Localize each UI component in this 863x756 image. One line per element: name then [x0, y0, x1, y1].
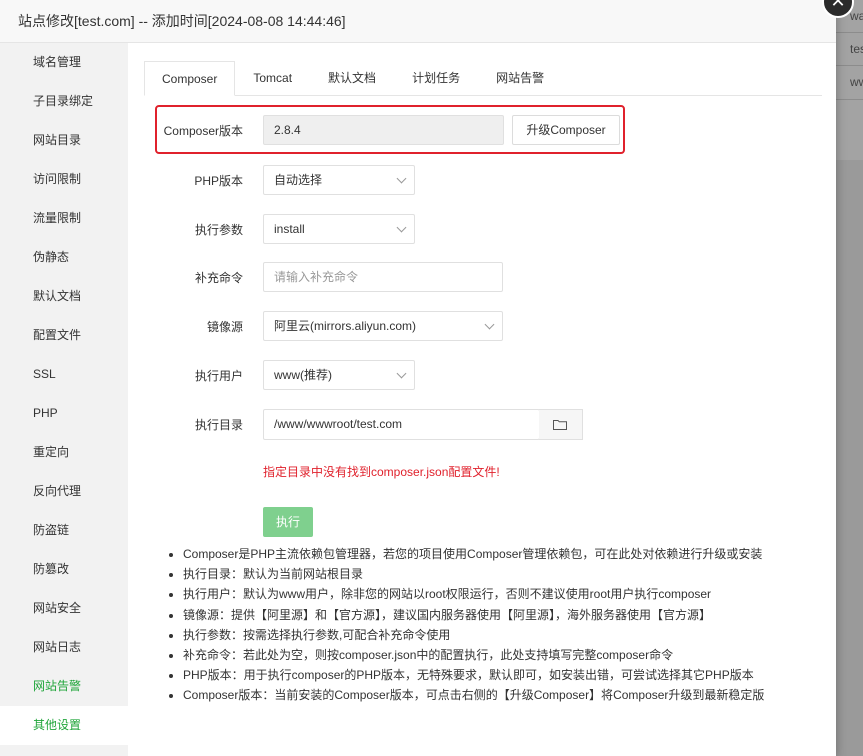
chevron-down-icon [396, 368, 407, 379]
sidebar-item-config-file[interactable]: 配置文件 [0, 316, 128, 355]
sidebar-item-domain[interactable]: 域名管理 [0, 43, 128, 82]
dialog-title: 站点修改[test.com] -- 添加时间[2024-08-08 14:44:… [0, 0, 836, 43]
composer-json-warning: 指定目录中没有找到composer.json配置文件! [263, 465, 500, 479]
php-version-label: PHP版本 [194, 174, 243, 188]
sidebar-item-redirect[interactable]: 重定向 [0, 433, 128, 472]
sidebar-item-traffic-limit[interactable]: 流量限制 [0, 199, 128, 238]
extra-cmd-input[interactable]: 请输入补充命令 [263, 262, 503, 292]
tip-item: 执行目录：默认为当前网站根目录 [183, 564, 843, 584]
background-cell: ww [836, 66, 863, 100]
sidebar-item-access-limit[interactable]: 访问限制 [0, 160, 128, 199]
composer-version-field: 2.8.4 [263, 115, 504, 145]
sidebar-item-site-alert[interactable]: 网站告警 [0, 667, 128, 706]
extra-cmd-label: 补充命令 [194, 271, 243, 285]
exec-params-value: install [274, 222, 305, 236]
tab-bar: Composer Tomcat 默认文档 计划任务 网站告警 [144, 61, 822, 96]
exec-params-label: 执行参数 [194, 223, 243, 237]
sidebar: 域名管理 子目录绑定 网站目录 访问限制 流量限制 伪静态 默认文档 配置文件 … [0, 43, 128, 756]
sidebar-item-tamper-proof[interactable]: 防篡改 [0, 550, 128, 589]
sidebar-item-php[interactable]: PHP [0, 394, 128, 433]
folder-picker-button[interactable] [539, 409, 583, 440]
sidebar-item-default-doc[interactable]: 默认文档 [0, 277, 128, 316]
sidebar-item-subdir-binding[interactable]: 子目录绑定 [0, 82, 128, 121]
exec-dir-label: 执行目录 [194, 418, 243, 432]
sidebar-item-site-security[interactable]: 网站安全 [0, 589, 128, 628]
main-content: Composer Tomcat 默认文档 计划任务 网站告警 Composer版… [128, 43, 836, 756]
tip-item: 执行参数：按需选择执行参数,可配合补充命令使用 [183, 625, 843, 645]
site-settings-dialog: 站点修改[test.com] -- 添加时间[2024-08-08 14:44:… [0, 0, 836, 756]
sidebar-item-other-settings[interactable]: 其他设置 [0, 706, 128, 745]
upgrade-composer-button[interactable]: 升级Composer [512, 115, 620, 145]
folder-icon [553, 420, 567, 430]
mirror-value: 阿里云(mirrors.aliyun.com) [274, 319, 417, 333]
exec-user-value: www(推荐) [274, 368, 332, 382]
help-tips-list: Composer是PHP主流依赖包管理器，若您的项目使用Composer管理依赖… [166, 544, 843, 706]
php-version-select[interactable]: 自动选择 [263, 165, 415, 195]
exec-dir-input[interactable]: /www/wwwroot/test.com [263, 409, 540, 440]
sidebar-item-rewrite[interactable]: 伪静态 [0, 238, 128, 277]
execute-button[interactable]: 执行 [263, 507, 313, 537]
sidebar-item-site-log[interactable]: 网站日志 [0, 628, 128, 667]
background-cell: tes [836, 33, 863, 66]
mirror-label: 镜像源 [206, 320, 243, 334]
tab-composer[interactable]: Composer [144, 61, 236, 96]
sidebar-item-site-dir[interactable]: 网站目录 [0, 121, 128, 160]
exec-params-select[interactable]: install [263, 214, 415, 244]
background-fill [836, 100, 863, 160]
chevron-down-icon [396, 222, 407, 233]
tip-item: Composer是PHP主流依赖包管理器，若您的项目使用Composer管理依赖… [183, 544, 843, 564]
mirror-select[interactable]: 阿里云(mirrors.aliyun.com) [263, 311, 503, 341]
tab-default-doc[interactable]: 默认文档 [310, 61, 394, 95]
tab-cron[interactable]: 计划任务 [394, 61, 478, 95]
tip-item: 镜像源：提供【阿里源】和【官方源】，建议国内服务器使用【阿里源】，海外服务器使用… [183, 605, 843, 625]
sidebar-item-ssl[interactable]: SSL [0, 355, 128, 394]
chevron-down-icon [484, 319, 495, 330]
tip-item: PHP版本：用于执行composer的PHP版本，无特殊要求，默认即可，如安装出… [183, 665, 843, 685]
extra-cmd-placeholder: 请输入补充命令 [274, 270, 359, 284]
sidebar-item-hotlink[interactable]: 防盗链 [0, 511, 128, 550]
exec-user-label: 执行用户 [194, 369, 243, 383]
composer-version-label: Composer版本 [163, 124, 243, 138]
tab-tomcat[interactable]: Tomcat [235, 61, 310, 95]
sidebar-item-reverse-proxy[interactable]: 反向代理 [0, 472, 128, 511]
tip-item: 执行用户：默认为www用户，除非您的网站以root权限运行，否则不建议使用roo… [183, 584, 843, 604]
chevron-down-icon [396, 173, 407, 184]
tip-item: Composer版本：当前安装的Composer版本，可点击右侧的【升级Comp… [183, 685, 843, 705]
tab-site-alert[interactable]: 网站告警 [478, 61, 562, 95]
exec-user-select[interactable]: www(推荐) [263, 360, 415, 390]
tip-item: 补充命令：若此处为空，则按composer.json中的配置执行，此处支持填写完… [183, 645, 843, 665]
php-version-value: 自动选择 [274, 173, 323, 187]
